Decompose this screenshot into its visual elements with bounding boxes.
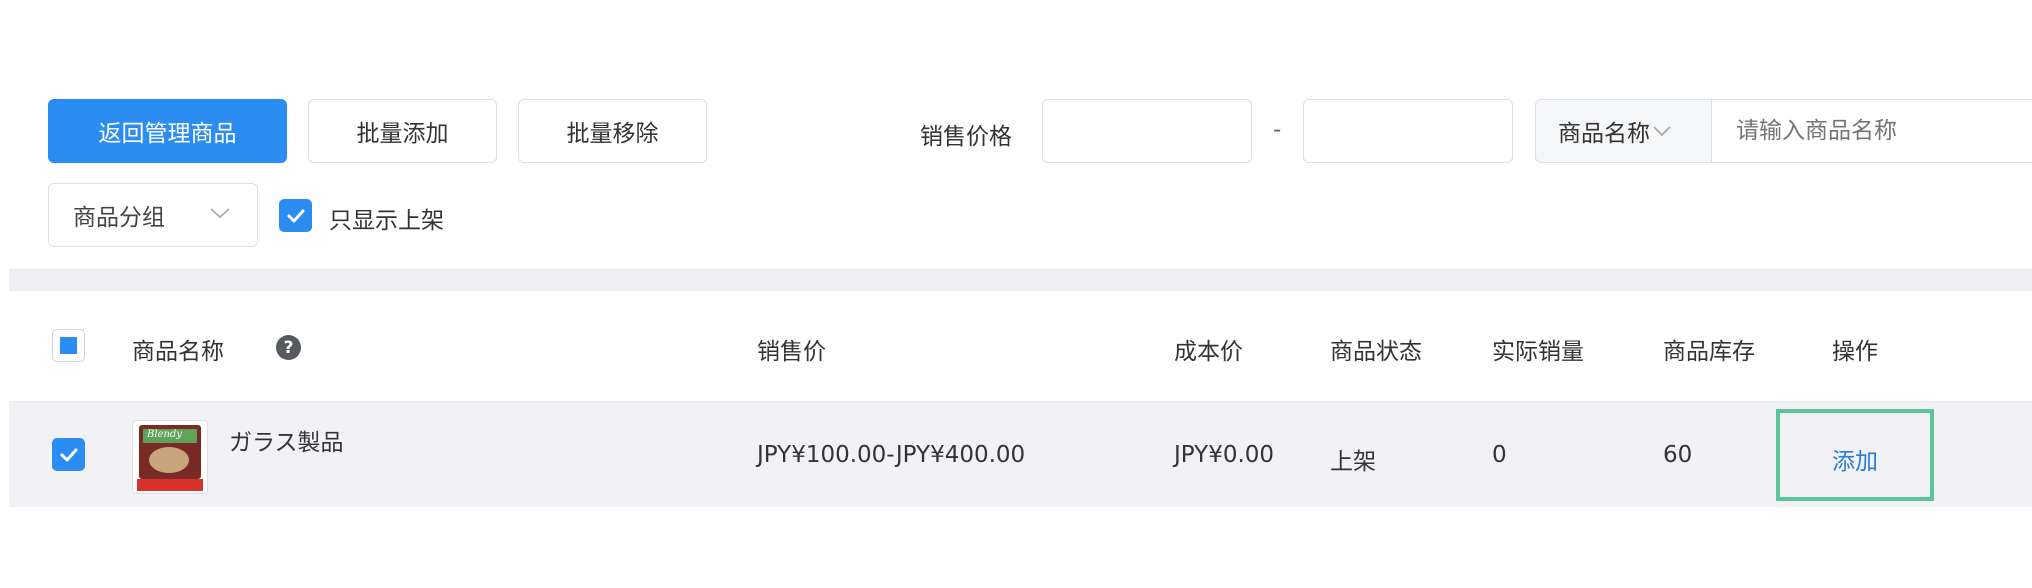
checkmark-icon xyxy=(58,444,80,466)
sales-cell: 0 xyxy=(1492,442,1507,468)
section-divider xyxy=(9,269,2032,291)
coffee-product-thumbnail: Blendy xyxy=(147,429,182,440)
column-header-status: 商品状态 xyxy=(1330,339,1422,365)
status-cell: 上架 xyxy=(1330,449,1376,475)
indeterminate-square-icon xyxy=(60,337,77,354)
search-field-select-value: 商品名称 xyxy=(1558,121,1650,147)
sale-price-cell: JPY¥100.00-JPY¥400.00 xyxy=(757,442,1026,468)
price-filter-label: 销售价格 xyxy=(920,124,1012,150)
chevron-down-icon xyxy=(209,206,231,220)
back-to-manage-button[interactable]: 返回管理商品 xyxy=(48,99,287,163)
column-header-cost-price: 成本价 xyxy=(1174,339,1243,365)
product-group-select[interactable]: 商品分组 xyxy=(48,183,258,247)
batch-remove-label: 批量移除 xyxy=(566,121,659,147)
product-name[interactable]: ガラス製品 xyxy=(229,423,344,457)
column-header-sale-price: 销售价 xyxy=(757,339,826,365)
price-range-separator: - xyxy=(1273,117,1282,143)
price-max-input[interactable] xyxy=(1303,99,1513,163)
column-header-sales: 实际销量 xyxy=(1492,339,1584,365)
cost-price-cell: JPY¥0.00 xyxy=(1174,442,1275,468)
batch-add-button[interactable]: 批量添加 xyxy=(308,99,497,163)
back-to-manage-label: 返回管理商品 xyxy=(98,121,237,147)
batch-remove-button[interactable]: 批量移除 xyxy=(518,99,707,163)
product-thumbnail: Blendy xyxy=(132,420,208,494)
only-on-shelf-checkbox[interactable] xyxy=(279,199,312,232)
checkmark-icon xyxy=(285,205,307,227)
product-group-select-value: 商品分组 xyxy=(73,205,165,231)
column-header-action: 操作 xyxy=(1832,339,1878,365)
search-input[interactable] xyxy=(1711,99,2032,163)
only-on-shelf-label[interactable]: 只显示上架 xyxy=(329,201,444,235)
select-all-checkbox[interactable] xyxy=(52,329,85,362)
column-header-stock: 商品库存 xyxy=(1663,339,1755,365)
price-min-input[interactable] xyxy=(1042,99,1252,163)
chevron-down-icon xyxy=(1652,124,1672,138)
stock-cell: 60 xyxy=(1663,442,1693,468)
row-checkbox[interactable] xyxy=(52,438,85,471)
column-header-name: 商品名称 xyxy=(132,339,224,365)
search-field-select[interactable]: 商品名称 xyxy=(1535,99,1712,163)
add-product-link[interactable]: 添加 xyxy=(1832,442,1878,476)
batch-add-label: 批量添加 xyxy=(356,121,449,147)
question-circle-icon[interactable]: ? xyxy=(276,335,301,360)
